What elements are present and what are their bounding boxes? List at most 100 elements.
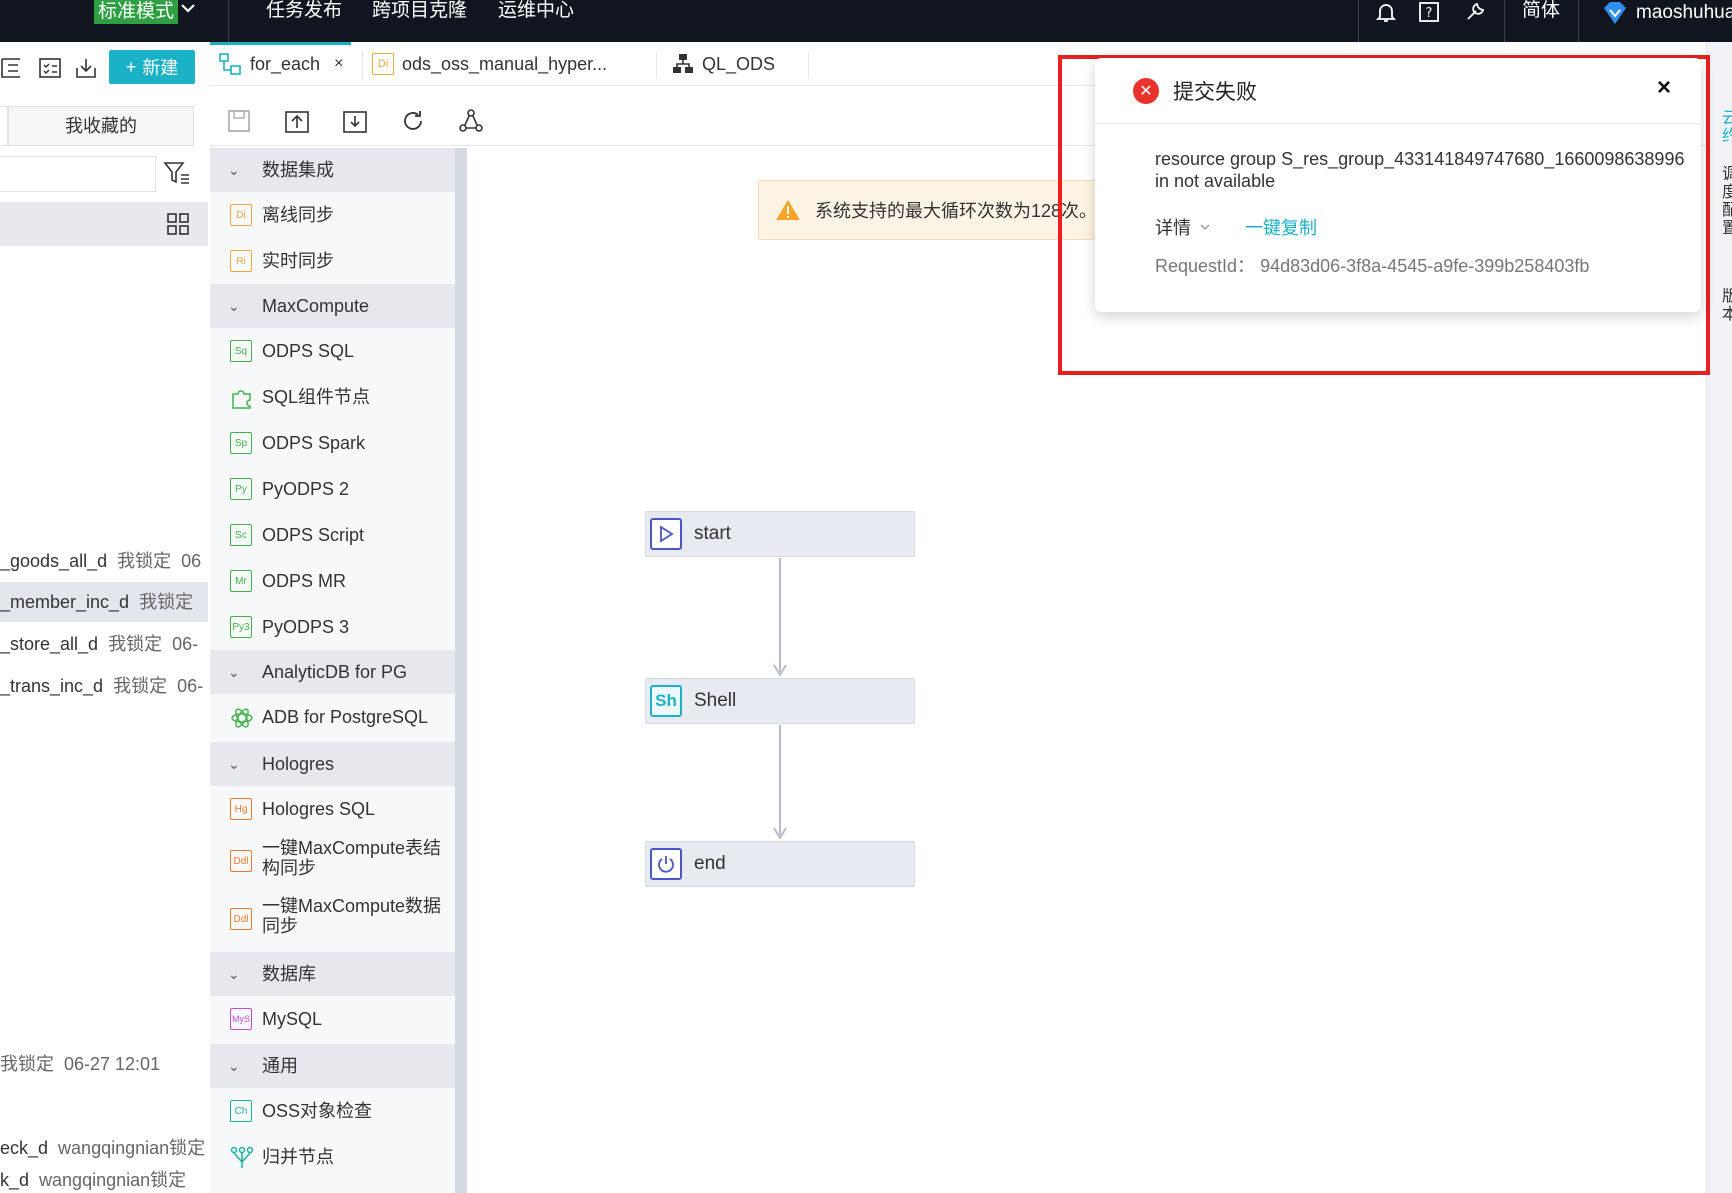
list-item[interactable]: _trans_inc_d 我锁定 06-: [0, 666, 208, 706]
chevron-down-icon[interactable]: [180, 0, 196, 22]
palette-item-mc-schema-sync[interactable]: Ddl 一键MaxCompute表结构同步: [210, 834, 455, 890]
group-data-integration[interactable]: ⌄ 数据集成: [210, 148, 455, 192]
group-maxcompute[interactable]: ⌄ MaxCompute: [210, 284, 455, 328]
deploy-icon[interactable]: [340, 106, 370, 136]
copy-link[interactable]: 一键复制: [1245, 214, 1317, 240]
divider: [362, 52, 363, 78]
node-start[interactable]: start: [645, 511, 915, 557]
item-label: ODPS MR: [262, 571, 347, 591]
menu-cross-project-clone[interactable]: 跨项目克隆: [372, 0, 467, 22]
filter-icon[interactable]: [163, 160, 191, 191]
user-menu[interactable]: maoshuhua: [1602, 0, 1732, 26]
menu-task-publish[interactable]: 任务发布: [266, 0, 342, 22]
lock-status: 我锁定: [0, 1054, 54, 1074]
group-database[interactable]: ⌄ 数据库: [210, 952, 455, 996]
tab-label: for_each: [250, 53, 321, 74]
layout-icon[interactable]: [456, 106, 486, 136]
palette-item-mysql[interactable]: MyS MySQL: [210, 996, 455, 1042]
new-button-label: 新建: [142, 58, 179, 78]
hg-icon: Hg: [230, 798, 252, 820]
group-general[interactable]: ⌄ 通用: [210, 1044, 455, 1088]
request-id: RequestId： 94d83d06-3f8a-4545-a9fe-399b2…: [1155, 252, 1589, 278]
import-icon[interactable]: [74, 56, 100, 80]
group-label: AnalyticDB for PG: [262, 662, 408, 682]
palette-item-oss-check[interactable]: Ch OSS对象检查: [210, 1088, 455, 1134]
divider: [228, 0, 229, 42]
lock-status: 我锁定: [139, 592, 194, 612]
mode-badge[interactable]: 标准模式: [94, 0, 179, 24]
item-label: PyODPS 3: [262, 617, 350, 637]
list-item[interactable]: 我锁定 06-27 12:01: [0, 1044, 208, 1084]
checklist-icon[interactable]: [38, 56, 64, 80]
help-icon[interactable]: ?: [1416, 0, 1442, 24]
sq-icon: Sq: [230, 340, 252, 362]
warning-text: 系统支持的最大循环次数为128次。: [814, 201, 1097, 221]
bell-icon[interactable]: [1373, 0, 1399, 24]
tab-ods-oss-manual[interactable]: Di ods_oss_manual_hyper...: [372, 42, 607, 86]
palette-item-mc-data-sync[interactable]: Ddl 一键MaxCompute数据同步: [210, 892, 455, 948]
item-label: PyODPS 2: [262, 479, 350, 499]
refresh-icon[interactable]: [398, 106, 428, 136]
list-item[interactable]: eck_d wangqingnian锁定: [0, 1128, 208, 1168]
file-name: eck_d: [0, 1138, 49, 1158]
group-label: MaxCompute: [262, 296, 370, 316]
palette-item-sql-component[interactable]: SQL组件节点: [210, 374, 455, 420]
plus-icon: +: [125, 56, 137, 77]
palette-item-pyodps3[interactable]: Py3 PyODPS 3: [210, 604, 455, 650]
top-navigation-bar: 标准模式 任务发布 跨项目克隆 运维中心 ? 简体 maoshuhua: [0, 0, 1732, 42]
close-icon[interactable]: ×: [334, 55, 343, 73]
node-end[interactable]: end: [645, 841, 915, 887]
palette-item-odps-mr[interactable]: Mr ODPS MR: [210, 558, 455, 604]
submit-icon[interactable]: [282, 106, 312, 136]
warning-banner: 系统支持的最大循环次数为128次。: [758, 180, 1098, 240]
palette-item-offline-sync[interactable]: Di 离线同步: [210, 192, 455, 238]
tab-label: QL_ODS: [702, 53, 776, 74]
tree-view-icon[interactable]: [0, 56, 26, 80]
error-message: resource group S_res_group_4331418497476…: [1155, 149, 1685, 191]
close-icon[interactable]: ×: [1657, 74, 1671, 102]
merge-icon: [230, 1146, 254, 1168]
details-toggle[interactable]: 详情: [1155, 214, 1211, 240]
tab-ql-ods[interactable]: QL_ODS: [672, 42, 775, 86]
group-analyticdb[interactable]: ⌄ AnalyticDB for PG: [210, 650, 455, 694]
new-button[interactable]: + 新建: [109, 50, 195, 84]
node-shell[interactable]: Sh Shell: [645, 678, 915, 724]
menu-ops-center[interactable]: 运维中心: [498, 0, 574, 22]
mr-icon: Mr: [230, 570, 252, 592]
palette-item-odps-sql[interactable]: Sq ODPS SQL: [210, 328, 455, 374]
list-item[interactable]: _goods_all_d 我锁定 06: [0, 541, 208, 581]
grid-icon[interactable]: [166, 212, 190, 241]
palette-item-pyodps2[interactable]: Py PyODPS 2: [210, 466, 455, 512]
palette-item-odps-script[interactable]: Sc ODPS Script: [210, 512, 455, 558]
arrow-down-icon: [773, 827, 787, 839]
palette-item-merge-node[interactable]: 归并节点: [210, 1134, 455, 1180]
sc-icon: Sc: [230, 524, 252, 546]
palette-item-adb-postgresql[interactable]: ADB for PostgreSQL: [210, 694, 455, 740]
chevron-down-icon: ⌄: [228, 162, 240, 178]
palette-item-realtime-sync[interactable]: Ri 实时同步: [210, 238, 455, 284]
list-item[interactable]: _store_all_d 我锁定 06-: [0, 624, 208, 664]
puzzle-icon: [232, 390, 251, 409]
list-item[interactable]: _member_inc_d 我锁定: [0, 582, 208, 622]
right-tab-cloud[interactable]: 云约: [1722, 110, 1732, 146]
py3-icon: Py3: [230, 616, 252, 638]
group-hologres[interactable]: ⌄ Hologres: [210, 742, 455, 786]
request-id-value: 94d83d06-3f8a-4545-a9fe-399b258403fb: [1260, 256, 1590, 276]
right-tab-schedule[interactable]: 调度配置: [1722, 166, 1732, 238]
tab-for-each[interactable]: for_each ×: [209, 42, 352, 86]
tab-favorites[interactable]: 我收藏的: [8, 106, 194, 146]
list-item[interactable]: k_d wangqingnian锁定: [0, 1168, 208, 1193]
node-label: end: [694, 853, 726, 874]
wrench-icon[interactable]: [1462, 0, 1488, 24]
tab-all[interactable]: [0, 106, 8, 146]
node-label: Shell: [694, 690, 737, 711]
palette-item-odps-spark[interactable]: Sp ODPS Spark: [210, 420, 455, 466]
language-switch[interactable]: 简体: [1522, 0, 1560, 22]
group-label: 数据集成: [262, 160, 334, 180]
divider: [656, 52, 657, 78]
search-input[interactable]: [0, 156, 156, 192]
file-time: 06: [181, 551, 202, 571]
save-icon[interactable]: [224, 106, 254, 136]
palette-item-hologres-sql[interactable]: Hg Hologres SQL: [210, 786, 455, 832]
right-tab-version[interactable]: 版本: [1722, 288, 1732, 324]
